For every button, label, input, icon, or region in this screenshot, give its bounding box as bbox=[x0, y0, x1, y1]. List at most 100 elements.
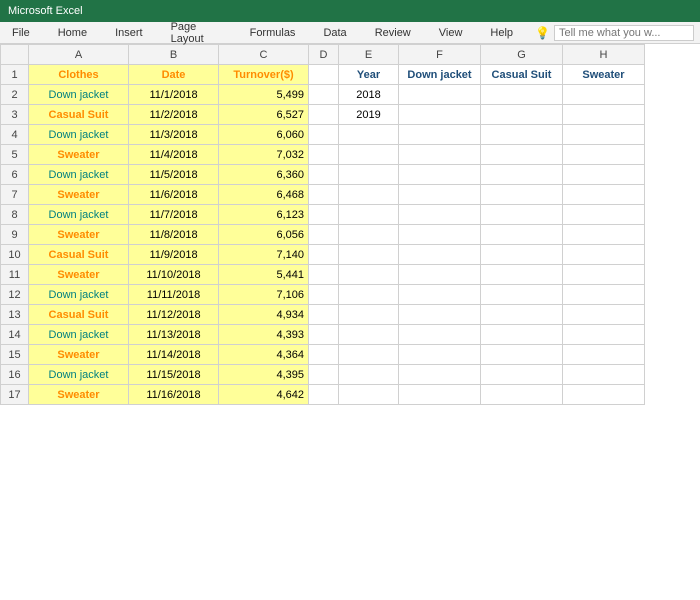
cell-G17[interactable] bbox=[481, 385, 563, 405]
cell-F9[interactable] bbox=[399, 225, 481, 245]
cell-C6[interactable]: 6,360 bbox=[219, 165, 309, 185]
cell-D2[interactable] bbox=[309, 85, 339, 105]
cell-E5[interactable] bbox=[339, 145, 399, 165]
cell-B6[interactable]: 11/5/2018 bbox=[129, 165, 219, 185]
cell-C13[interactable]: 4,934 bbox=[219, 305, 309, 325]
cell-D11[interactable] bbox=[309, 265, 339, 285]
ribbon-tab-insert[interactable]: Insert bbox=[109, 25, 149, 41]
cell-F2[interactable] bbox=[399, 85, 481, 105]
cell-A3[interactable]: Casual Suit bbox=[29, 105, 129, 125]
cell-B8[interactable]: 11/7/2018 bbox=[129, 205, 219, 225]
cell-G11[interactable] bbox=[481, 265, 563, 285]
cell-F16[interactable] bbox=[399, 365, 481, 385]
cell-A16[interactable]: Down jacket bbox=[29, 365, 129, 385]
cell-H4[interactable] bbox=[563, 125, 645, 145]
cell-B13[interactable]: 11/12/2018 bbox=[129, 305, 219, 325]
cell-D1[interactable] bbox=[309, 65, 339, 85]
col-header-E[interactable]: E bbox=[339, 45, 399, 65]
cell-A15[interactable]: Sweater bbox=[29, 345, 129, 365]
cell-B14[interactable]: 11/13/2018 bbox=[129, 325, 219, 345]
cell-A14[interactable]: Down jacket bbox=[29, 325, 129, 345]
cell-G2[interactable] bbox=[481, 85, 563, 105]
cell-B11[interactable]: 11/10/2018 bbox=[129, 265, 219, 285]
cell-B1[interactable]: Date bbox=[129, 65, 219, 85]
cell-G5[interactable] bbox=[481, 145, 563, 165]
cell-B10[interactable]: 11/9/2018 bbox=[129, 245, 219, 265]
cell-G15[interactable] bbox=[481, 345, 563, 365]
cell-D12[interactable] bbox=[309, 285, 339, 305]
cell-A7[interactable]: Sweater bbox=[29, 185, 129, 205]
cell-H3[interactable] bbox=[563, 105, 645, 125]
cell-C11[interactable]: 5,441 bbox=[219, 265, 309, 285]
cell-E13[interactable] bbox=[339, 305, 399, 325]
cell-G9[interactable] bbox=[481, 225, 563, 245]
cell-G16[interactable] bbox=[481, 365, 563, 385]
cell-B16[interactable]: 11/15/2018 bbox=[129, 365, 219, 385]
cell-B3[interactable]: 11/2/2018 bbox=[129, 105, 219, 125]
cell-A10[interactable]: Casual Suit bbox=[29, 245, 129, 265]
ribbon-tab-data[interactable]: Data bbox=[317, 25, 352, 41]
cell-F14[interactable] bbox=[399, 325, 481, 345]
cell-E17[interactable] bbox=[339, 385, 399, 405]
cell-H9[interactable] bbox=[563, 225, 645, 245]
cell-A11[interactable]: Sweater bbox=[29, 265, 129, 285]
cell-D15[interactable] bbox=[309, 345, 339, 365]
cell-A6[interactable]: Down jacket bbox=[29, 165, 129, 185]
cell-D13[interactable] bbox=[309, 305, 339, 325]
cell-E8[interactable] bbox=[339, 205, 399, 225]
cell-F13[interactable] bbox=[399, 305, 481, 325]
cell-C1[interactable]: Turnover($) bbox=[219, 65, 309, 85]
cell-E12[interactable] bbox=[339, 285, 399, 305]
col-header-F[interactable]: F bbox=[399, 45, 481, 65]
cell-C5[interactable]: 7,032 bbox=[219, 145, 309, 165]
cell-G12[interactable] bbox=[481, 285, 563, 305]
cell-H10[interactable] bbox=[563, 245, 645, 265]
cell-C16[interactable]: 4,395 bbox=[219, 365, 309, 385]
cell-F12[interactable] bbox=[399, 285, 481, 305]
cell-H11[interactable] bbox=[563, 265, 645, 285]
cell-G1[interactable]: Casual Suit bbox=[481, 65, 563, 85]
cell-C17[interactable]: 4,642 bbox=[219, 385, 309, 405]
cell-G8[interactable] bbox=[481, 205, 563, 225]
cell-E16[interactable] bbox=[339, 365, 399, 385]
ribbon-tab-file[interactable]: File bbox=[6, 25, 36, 41]
ribbon-tab-help[interactable]: Help bbox=[484, 25, 519, 41]
cell-D17[interactable] bbox=[309, 385, 339, 405]
cell-E11[interactable] bbox=[339, 265, 399, 285]
cell-E15[interactable] bbox=[339, 345, 399, 365]
cell-D5[interactable] bbox=[309, 145, 339, 165]
ribbon-tab-home[interactable]: Home bbox=[52, 25, 93, 41]
cell-B15[interactable]: 11/14/2018 bbox=[129, 345, 219, 365]
cell-F3[interactable] bbox=[399, 105, 481, 125]
cell-D14[interactable] bbox=[309, 325, 339, 345]
ribbon-tab-pagelayout[interactable]: Page Layout bbox=[165, 19, 228, 47]
cell-H14[interactable] bbox=[563, 325, 645, 345]
cell-B12[interactable]: 11/11/2018 bbox=[129, 285, 219, 305]
cell-H6[interactable] bbox=[563, 165, 645, 185]
cell-B9[interactable]: 11/8/2018 bbox=[129, 225, 219, 245]
cell-C15[interactable]: 4,364 bbox=[219, 345, 309, 365]
cell-D7[interactable] bbox=[309, 185, 339, 205]
cell-H1[interactable]: Sweater bbox=[563, 65, 645, 85]
cell-D6[interactable] bbox=[309, 165, 339, 185]
cell-E3[interactable]: 2019 bbox=[339, 105, 399, 125]
cell-H8[interactable] bbox=[563, 205, 645, 225]
cell-B7[interactable]: 11/6/2018 bbox=[129, 185, 219, 205]
cell-A4[interactable]: Down jacket bbox=[29, 125, 129, 145]
cell-D16[interactable] bbox=[309, 365, 339, 385]
ribbon-tab-review[interactable]: Review bbox=[369, 25, 417, 41]
cell-A2[interactable]: Down jacket bbox=[29, 85, 129, 105]
cell-E14[interactable] bbox=[339, 325, 399, 345]
cell-H17[interactable] bbox=[563, 385, 645, 405]
cell-F7[interactable] bbox=[399, 185, 481, 205]
cell-D9[interactable] bbox=[309, 225, 339, 245]
cell-B4[interactable]: 11/3/2018 bbox=[129, 125, 219, 145]
cell-E4[interactable] bbox=[339, 125, 399, 145]
cell-E10[interactable] bbox=[339, 245, 399, 265]
col-header-C[interactable]: C bbox=[219, 45, 309, 65]
cell-E9[interactable] bbox=[339, 225, 399, 245]
cell-E7[interactable] bbox=[339, 185, 399, 205]
cell-F10[interactable] bbox=[399, 245, 481, 265]
ribbon-search-input[interactable] bbox=[554, 25, 694, 41]
cell-A17[interactable]: Sweater bbox=[29, 385, 129, 405]
